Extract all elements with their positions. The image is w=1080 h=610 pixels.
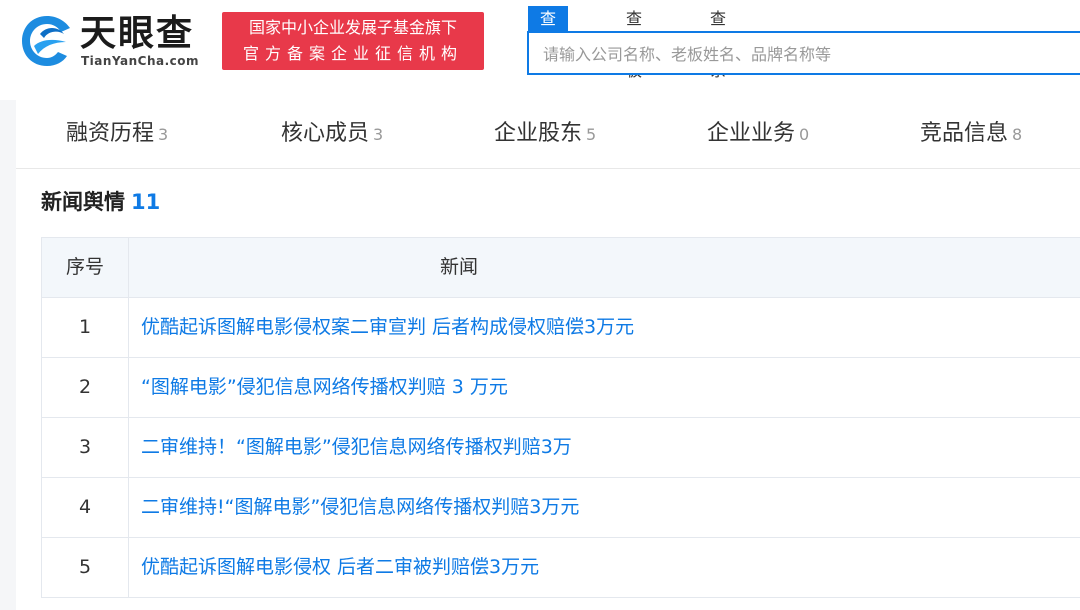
tab-label: 企业业务 — [707, 121, 796, 146]
header-news: 新闻 — [439, 256, 478, 278]
site-logo[interactable]: 天眼查 TianYanCha.com — [18, 10, 208, 74]
tab-label: 融资历程 — [66, 121, 155, 146]
tab-count: 3 — [373, 125, 384, 144]
company-detail-card: 融资历程 3 核心成员 3 企业股东 5 企业业务 0 竞品信息 8 新闻舆情 11 序号 … — [16, 100, 1080, 610]
row-news-cell: “图解电影”侵犯信息网络传播权判赔 3 万元 — [129, 358, 1080, 417]
news-link[interactable]: 二审维持！“图解电影”侵犯信息网络传播权判赔3万 — [141, 436, 572, 458]
tab-label: 企业股东 — [494, 121, 583, 146]
row-news-cell: 二审维持!“图解电影”侵犯信息网络传播权判赔3万元 — [129, 478, 1080, 537]
tab-count: 0 — [799, 125, 810, 144]
table-row: 4 二审维持!“图解电影”侵犯信息网络传播权判赔3万元 — [42, 478, 1080, 538]
row-index: 3 — [42, 418, 129, 477]
logo-mark-icon — [22, 16, 70, 66]
site-header: 天眼查 TianYanCha.com 国家中小企业发展子基金旗下 官方备案企业征… — [0, 0, 1080, 100]
news-link[interactable]: 二审维持!“图解电影”侵犯信息网络传播权判赔3万元 — [141, 496, 579, 518]
tab-count: 5 — [586, 125, 597, 144]
table-row: 2 “图解电影”侵犯信息网络传播权判赔 3 万元 — [42, 358, 1080, 418]
tab-count: 8 — [1012, 125, 1023, 144]
search-box — [527, 31, 1080, 75]
table-row: 5 优酷起诉图解电影侵权 后者二审被判赔偿3万元 — [42, 538, 1080, 598]
logo-domain: TianYanCha.com — [81, 54, 200, 68]
table-row: 3 二审维持！“图解电影”侵犯信息网络传播权判赔3万 — [42, 418, 1080, 478]
section-tabs: 融资历程 3 核心成员 3 企业股东 5 企业业务 0 竞品信息 8 — [16, 100, 1080, 169]
logo-text: 天眼查 — [80, 13, 195, 54]
tab-label: 竞品信息 — [920, 121, 1009, 146]
tab-shareholders[interactable]: 企业股东 5 — [494, 100, 596, 168]
tab-business[interactable]: 企业业务 0 — [707, 100, 809, 168]
news-section-title: 新闻舆情 11 — [41, 186, 160, 216]
row-news-cell: 优酷起诉图解电影侵权 后者二审被判赔偿3万元 — [129, 538, 1080, 597]
header-index: 序号 — [42, 238, 129, 297]
official-badge: 国家中小企业发展子基金旗下 官方备案企业征信机构 — [222, 12, 484, 70]
news-link[interactable]: 优酷起诉图解电影侵权案二审宣判 后者构成侵权赔偿3万元 — [141, 316, 634, 338]
tab-competitors[interactable]: 竞品信息 8 — [920, 100, 1022, 168]
row-index: 1 — [42, 298, 129, 357]
row-news-cell: 二审维持！“图解电影”侵犯信息网络传播权判赔3万 — [129, 418, 1080, 477]
news-link[interactable]: 优酷起诉图解电影侵权 后者二审被判赔偿3万元 — [141, 556, 539, 578]
row-news-cell: 优酷起诉图解电影侵权案二审宣判 后者构成侵权赔偿3万元 — [129, 298, 1080, 357]
section-count: 11 — [131, 190, 161, 214]
badge-line-2: 官方备案企业征信机构 — [242, 44, 463, 63]
search-input[interactable] — [541, 33, 1065, 75]
row-index: 2 — [42, 358, 129, 417]
tab-count: 3 — [158, 125, 169, 144]
tab-core-members[interactable]: 核心成员 3 — [281, 100, 383, 168]
tab-label: 核心成员 — [281, 121, 370, 146]
table-header-row: 序号 新闻 — [42, 238, 1080, 298]
search-tab-relation[interactable]: 查关系 — [698, 6, 738, 80]
search-tab-company[interactable]: 查公司 — [528, 6, 569, 80]
tab-financing-history[interactable]: 融资历程 3 — [66, 100, 168, 168]
news-table: 序号 新闻 1 优酷起诉图解电影侵权案二审宣判 后者构成侵权赔偿3万元 2 “图… — [41, 237, 1080, 598]
news-link[interactable]: “图解电影”侵犯信息网络传播权判赔 3 万元 — [141, 376, 508, 398]
row-index: 5 — [42, 538, 129, 597]
search-tab-boss[interactable]: 查老板 — [614, 6, 654, 80]
badge-line-1: 国家中小企业发展子基金旗下 — [248, 18, 457, 37]
section-title-label: 新闻舆情 — [41, 190, 125, 214]
row-index: 4 — [42, 478, 129, 537]
table-row: 1 优酷起诉图解电影侵权案二审宣判 后者构成侵权赔偿3万元 — [42, 298, 1080, 358]
